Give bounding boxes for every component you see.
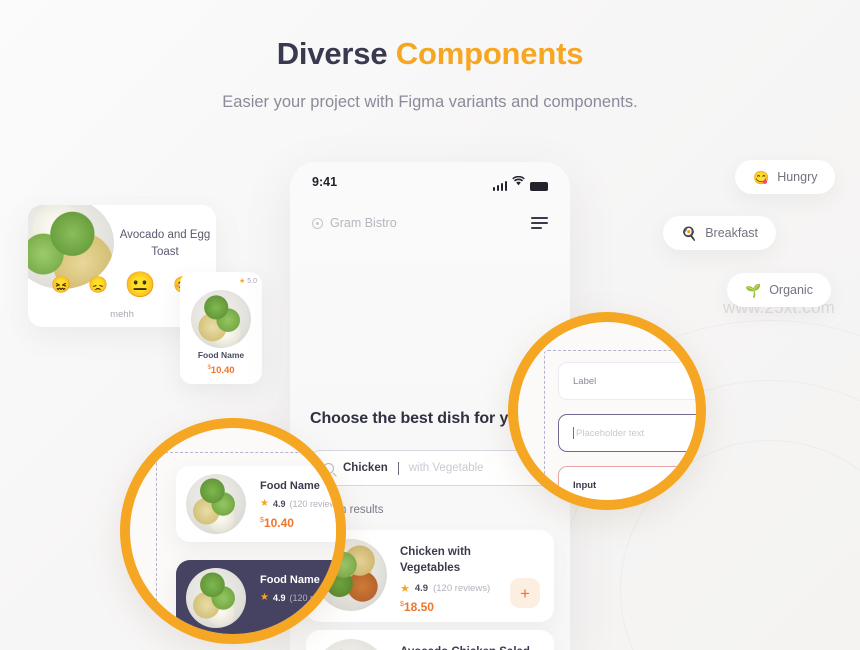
star-icon: ★ xyxy=(260,498,269,509)
chip-label: Breakfast xyxy=(705,226,758,240)
rating-value: 4.9 xyxy=(414,583,429,594)
food-card-price: $10.40 xyxy=(180,365,262,376)
page-title: Diverse Components xyxy=(0,36,860,72)
placeholder-field[interactable]: Placeholder text xyxy=(558,414,696,452)
price-value: 10.40 xyxy=(263,516,294,530)
status-bar: 9:41 xyxy=(290,162,570,202)
magnifier-add-button[interactable]: + xyxy=(522,324,548,350)
star-icon: ★ xyxy=(238,278,246,285)
status-time: 9:41 xyxy=(312,175,338,189)
search-input-value: Chicken xyxy=(343,462,388,474)
zoomed-card-price: $10.40 xyxy=(260,516,294,530)
star-icon: ★ xyxy=(400,583,410,595)
list-item-rating: ★ 4.9 (120 reviews) xyxy=(400,582,490,595)
zoomed-card-rating: ★ 4.9 (120 reviews) xyxy=(260,498,344,509)
chip-label: Hungry xyxy=(777,170,818,184)
food-photo-avocado-toast xyxy=(186,568,246,628)
page-header: Diverse Components Easier your project w… xyxy=(0,36,860,112)
list-item[interactable]: Avocado Chicken Salad ★ 4.9 (120 reviews… xyxy=(306,630,554,650)
star-icon: ★ xyxy=(260,592,269,603)
search-input[interactable]: Chicken with Vegetable xyxy=(310,450,550,486)
wifi-icon xyxy=(512,173,525,191)
cellular-bars-icon xyxy=(492,181,507,191)
review-count: (120 reviews) xyxy=(289,498,344,509)
text-caret xyxy=(397,461,399,475)
list-item-name: Avocado Chicken Salad xyxy=(400,644,530,650)
emoji-confounded[interactable]: 😖 xyxy=(51,277,71,294)
chip-organic[interactable]: 🌱 Organic xyxy=(727,273,831,307)
placeholder-field-text: Placeholder text xyxy=(576,427,645,439)
page-subtitle: Easier your project with Figma variants … xyxy=(222,93,638,111)
food-card-name: Food Name xyxy=(197,350,245,360)
list-item-name: Chicken with Vegetables xyxy=(400,546,471,574)
status-icons xyxy=(492,173,548,191)
reaction-card-title: Avocado and Egg Toast xyxy=(119,229,211,258)
page-headline: Choose the best dish for you xyxy=(310,410,528,427)
input-field-error[interactable]: Input xyxy=(558,466,696,500)
frying-pan-icon: 🍳 xyxy=(681,225,698,241)
price-value: 18.50 xyxy=(403,600,434,614)
location-pin-icon xyxy=(312,217,323,229)
zoomed-card-dark[interactable]: Food Name ★ 4.9 (120 reviews) xyxy=(176,560,344,634)
food-photo-avocado-toast xyxy=(186,474,246,534)
food-photo-avocado-chicken-salad xyxy=(315,639,387,650)
text-caret xyxy=(573,427,574,439)
location-row: Gram Bistro xyxy=(312,216,548,230)
label-field[interactable]: Label xyxy=(558,362,696,400)
zoomed-card-name: Food Name xyxy=(260,480,320,492)
zoomed-card-light[interactable]: Food Name ★ 4.9 (120 reviews) $10.40 xyxy=(176,466,344,542)
search-input-placeholder: with Vegetable xyxy=(408,462,484,474)
seedling-icon: 🌱 xyxy=(745,282,762,298)
price-value: 10.40 xyxy=(210,365,235,377)
review-count: (120 reviews) xyxy=(289,592,344,603)
location-left[interactable]: Gram Bistro xyxy=(312,216,397,230)
status-badge: ★ 5.0 xyxy=(238,277,257,286)
rating-value: 4.9 xyxy=(272,592,286,603)
page-title-accent: Components xyxy=(395,36,584,71)
magnifier-add-button[interactable]: + xyxy=(302,432,328,458)
emoji-savoring-food: 😋 xyxy=(753,169,770,185)
emoji-neutral[interactable]: 😐 xyxy=(125,273,156,298)
location-name: Gram Bistro xyxy=(330,216,397,230)
magnifier-right: + Label Placeholder text Input Error mes… xyxy=(508,312,706,510)
error-message: Error message xyxy=(566,508,618,510)
emoji-disappointed[interactable]: 😞 xyxy=(88,277,108,294)
rating-value: 4.9 xyxy=(272,498,286,509)
page-title-plain: Diverse xyxy=(276,36,396,71)
zoomed-card-rating: ★ 4.9 (120 reviews) xyxy=(260,592,344,603)
chip-hungry[interactable]: 😋 Hungry xyxy=(735,160,836,194)
magnifier-left: + Food Name ★ 4.9 (120 reviews) $10.40 F… xyxy=(120,418,346,644)
food-card-rating: 5.0 xyxy=(247,277,257,285)
battery-full-icon xyxy=(530,182,548,191)
review-count: (120 reviews) xyxy=(433,583,491,594)
hamburger-menu-icon[interactable] xyxy=(531,217,548,229)
chip-breakfast[interactable]: 🍳 Breakfast xyxy=(663,216,776,250)
chip-label: Organic xyxy=(769,283,813,297)
list-item-price: $18.50 xyxy=(400,600,434,614)
food-name-card[interactable]: ★ 5.0 Food Name $10.40 xyxy=(180,272,262,384)
food-photo-avocado-toast xyxy=(191,290,251,348)
zoomed-card-name: Food Name xyxy=(260,574,320,586)
add-to-cart-button[interactable]: + xyxy=(510,578,540,608)
